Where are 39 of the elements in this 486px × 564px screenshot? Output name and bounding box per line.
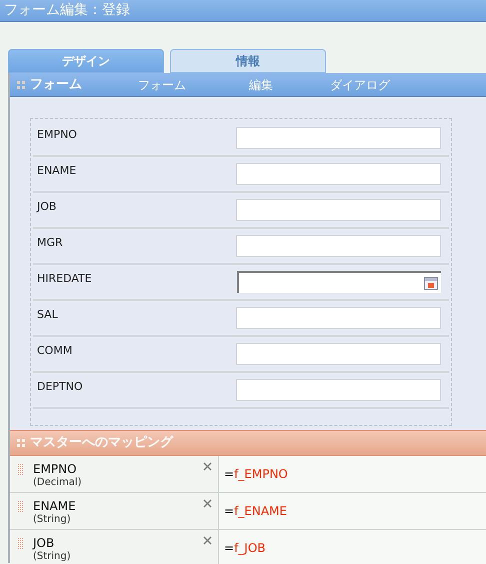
- tab[interactable]: デザイン: [8, 49, 164, 73]
- mapping-expression: =f_ENAME: [224, 503, 287, 520]
- date-field[interactable]: [237, 271, 441, 293]
- menu-item[interactable]: フォーム: [138, 76, 249, 94]
- field-label: MGR: [37, 234, 63, 251]
- field-name: ENAME: [33, 499, 76, 513]
- field-name: EMPNO: [33, 462, 78, 476]
- field-type: (Decimal): [33, 476, 82, 490]
- field-label: COMM: [37, 342, 72, 359]
- field-type: (String): [33, 550, 71, 564]
- field-label: EMPNO: [37, 126, 77, 143]
- field-label: JOB: [37, 198, 56, 215]
- menu-item[interactable]: 編集: [249, 76, 330, 94]
- input-field[interactable]: [236, 307, 441, 329]
- tab[interactable]: 情報: [170, 49, 326, 73]
- grip-icon: [17, 439, 25, 447]
- input-field[interactable]: [236, 127, 441, 149]
- input-field[interactable]: [236, 199, 441, 221]
- field-type: (String): [33, 513, 72, 527]
- mapping-expression: =f_EMPNO: [224, 466, 288, 483]
- close-icon[interactable]: [203, 462, 212, 471]
- input-field[interactable]: [236, 163, 441, 185]
- field-label: SAL: [37, 306, 58, 323]
- input-field[interactable]: [236, 379, 441, 401]
- close-icon[interactable]: [203, 536, 212, 545]
- menu-item[interactable]: ダイアログ: [330, 76, 420, 94]
- field-label: HIREDATE: [37, 270, 92, 287]
- field-label: ENAME: [37, 162, 76, 179]
- input-field[interactable]: [236, 343, 441, 365]
- mapping-expression: =f_JOB: [224, 540, 266, 557]
- calendar-icon: [424, 276, 438, 290]
- panel-title: マスターへのマッピング: [30, 434, 173, 452]
- input-field[interactable]: [236, 235, 441, 257]
- grip-icon: [17, 80, 25, 88]
- panel-title: フォーム: [30, 76, 83, 94]
- field-name: JOB: [33, 536, 56, 550]
- window-title: フォーム編集：登録: [4, 1, 130, 20]
- close-icon[interactable]: [203, 499, 212, 508]
- field-label: DEPTNO: [37, 378, 83, 395]
